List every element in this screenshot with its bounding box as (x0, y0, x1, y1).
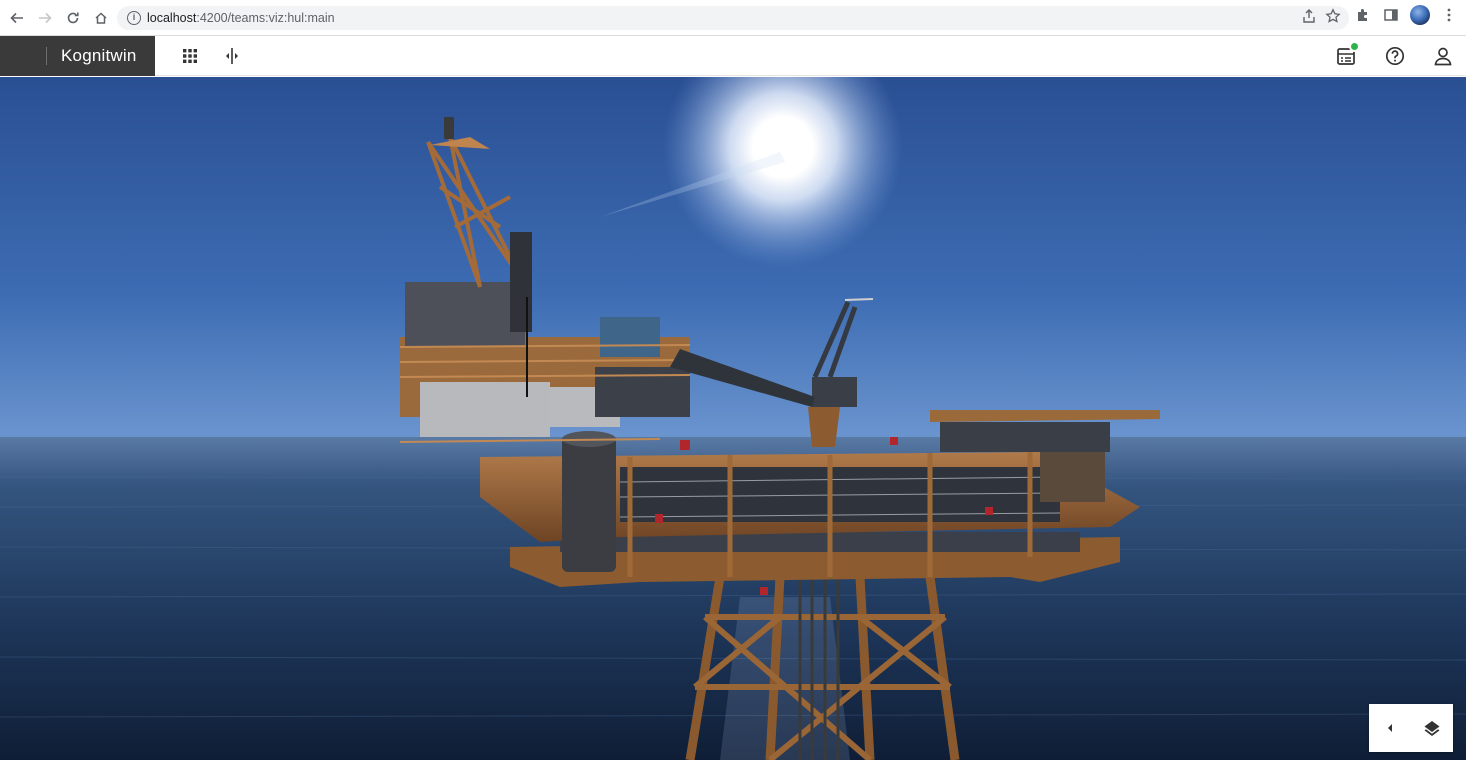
apps-grid-button[interactable] (175, 41, 205, 71)
apps-grid-icon (183, 48, 197, 63)
arrow-left-icon (10, 12, 23, 23)
address-bar[interactable]: i localhost:4200/teams:viz:hul:main (117, 6, 1349, 30)
notification-badge (1349, 41, 1360, 52)
extensions-icon[interactable] (1354, 6, 1372, 24)
arrow-right-icon (39, 12, 52, 23)
chrome-menu-icon[interactable] (1440, 6, 1458, 24)
brand-divider (46, 46, 47, 65)
side-panel-icon[interactable] (1382, 6, 1400, 24)
help-icon (1385, 46, 1405, 66)
share-icon[interactable] (1301, 8, 1317, 24)
user-icon (1434, 47, 1452, 66)
browser-toolbar: i localhost:4200/teams:viz:hul:main (0, 0, 1466, 36)
offshore-platform-scene (0, 77, 1466, 760)
home-button[interactable] (88, 5, 114, 31)
collapse-left-icon (1388, 724, 1392, 732)
layers-button[interactable] (1411, 704, 1453, 752)
split-view-button[interactable] (217, 41, 247, 71)
app-header: Kognitwin (0, 35, 1466, 76)
3d-viewer-canvas[interactable] (0, 77, 1466, 760)
user-account-button[interactable] (1428, 41, 1458, 71)
reload-icon (67, 12, 79, 23)
viewer-controls (1369, 704, 1453, 752)
reload-button[interactable] (60, 5, 86, 31)
site-info-icon[interactable]: i (127, 11, 141, 25)
tank (562, 437, 616, 572)
profile-avatar[interactable] (1410, 5, 1430, 25)
layers-icon (1424, 721, 1440, 736)
help-button[interactable] (1380, 41, 1410, 71)
notifications-list-button[interactable] (1332, 41, 1362, 71)
back-button[interactable] (4, 5, 30, 31)
url-text: localhost:4200/teams:viz:hul:main (147, 11, 335, 25)
collapse-panel-button[interactable] (1369, 704, 1411, 752)
home-icon (95, 11, 107, 24)
split-view-icon (226, 47, 238, 64)
forward-button[interactable] (32, 5, 58, 31)
brand-name: Kognitwin (61, 45, 137, 65)
brand-logo[interactable]: Kognitwin (0, 35, 155, 76)
bookmark-star-icon[interactable] (1325, 8, 1341, 24)
